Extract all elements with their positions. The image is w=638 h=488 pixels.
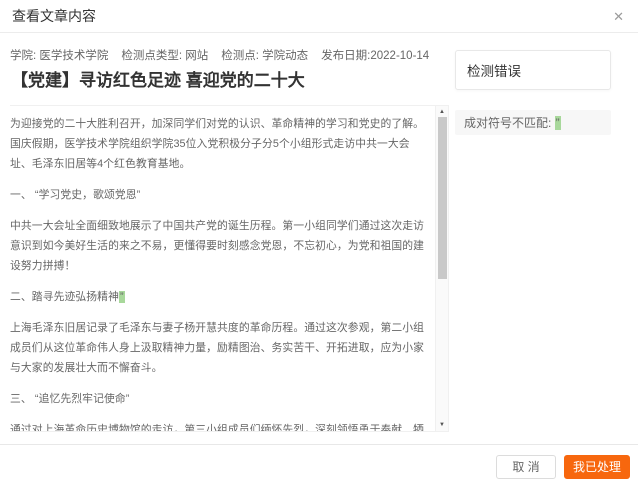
mismatched-symbol-highlight: ”	[555, 116, 561, 130]
article-paragraph: 上海毛泽东旧居记录了毛泽东与妻子杨开慧共度的革命历程。通过这次参观，第二小组成员…	[10, 318, 426, 378]
dialog-footer: 取 消 我已处理	[0, 444, 638, 488]
cancel-button[interactable]: 取 消	[496, 455, 556, 479]
article-title: 【党建】寻访红色足迹 喜迎党的二十大	[11, 66, 305, 91]
scrollbar-thumb[interactable]	[438, 117, 447, 279]
article-body: 为迎接党的二十大胜利召开，加深同学们对党的认识、革命精神的学习和党史的了解。国庆…	[10, 106, 448, 432]
error-item: 成对符号不匹配: ”	[455, 110, 611, 135]
article-meta: 学院: 医学技术学院 检测点类型: 网站 检测点: 学院动态 发布日期:2022…	[10, 47, 429, 63]
meta-publish-date: 发布日期:2022-10-14	[321, 47, 429, 63]
heading-text: 二、踏寻先迹弘扬精神	[10, 291, 119, 303]
error-panel-header: 检测错误	[455, 50, 611, 90]
meta-college: 学院: 医学技术学院	[10, 47, 108, 63]
scroll-down-icon[interactable]: ▼	[436, 420, 448, 430]
article-section-heading: 二、踏寻先迹弘扬精神”	[10, 287, 426, 307]
scrollbar[interactable]: ▲ ▼	[435, 106, 448, 431]
mismatched-symbol-highlight: ”	[119, 291, 125, 303]
article-scroll-area[interactable]: 为迎接党的二十大胜利召开，加深同学们对党的认识、革命精神的学习和党史的了解。国庆…	[10, 105, 449, 432]
meta-checkpoint: 检测点: 学院动态	[221, 47, 308, 63]
meta-checkpoint-type: 检测点类型: 网站	[121, 47, 208, 63]
error-panel: 检测错误 成对符号不匹配: ”	[455, 50, 611, 135]
scroll-up-icon[interactable]: ▲	[436, 107, 448, 117]
article-section-heading: 三、 “追忆先烈牢记使命”	[10, 389, 426, 409]
article-paragraph: 中共一大会址全面细致地展示了中国共产党的诞生历程。第一小组同学们通过这次走访意识…	[10, 216, 426, 276]
dialog-title: 查看文章内容	[12, 6, 96, 26]
dialog-header: 查看文章内容 ✕	[0, 0, 638, 33]
processed-button[interactable]: 我已处理	[564, 455, 630, 479]
article-section-heading: 一、 “学习党史，歌颂党恩”	[10, 185, 426, 205]
close-icon[interactable]: ✕	[611, 8, 626, 25]
error-label: 成对符号不匹配:	[464, 116, 555, 130]
article-paragraph: 通过对上海革命历史博物馆的走访，第三小组成员们缅怀先烈，深刻领悟勇于奉献、牺牲小…	[10, 420, 426, 432]
article-paragraph: 为迎接党的二十大胜利召开，加深同学们对党的认识、革命精神的学习和党史的了解。国庆…	[10, 114, 426, 174]
